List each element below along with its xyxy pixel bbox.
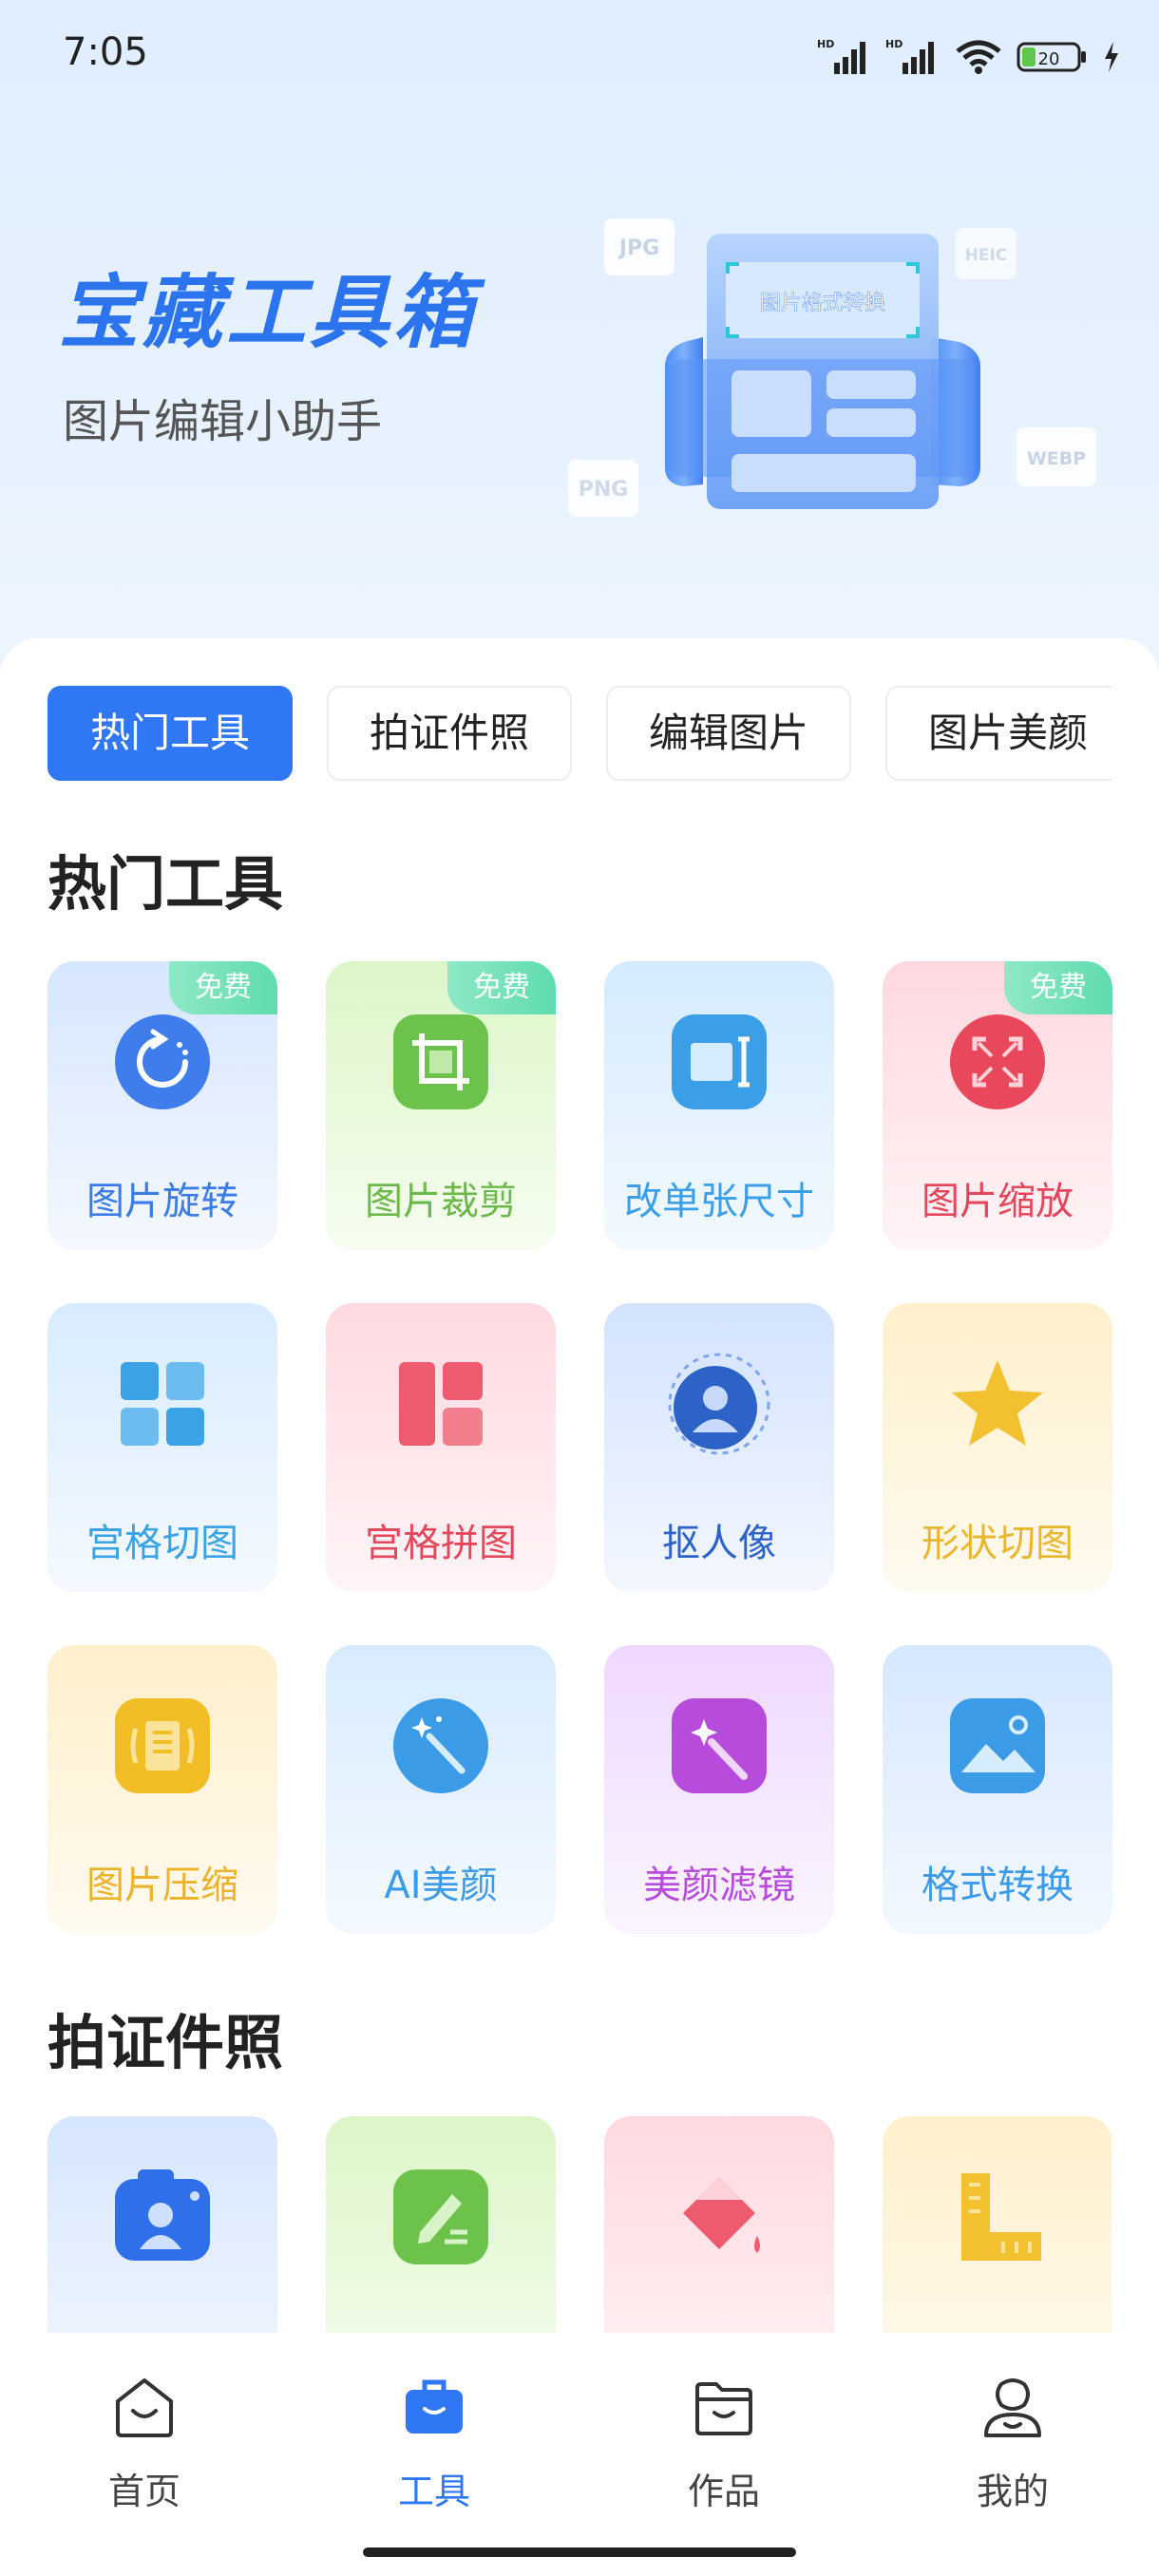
tool-label: 抠人像: [662, 1522, 776, 1565]
nav-label: 首页: [107, 2471, 180, 2512]
svg-text:20: 20: [1038, 49, 1060, 69]
tool-card-shape-cut[interactable]: 形状切图: [883, 1303, 1112, 1592]
free-badge: 免费: [169, 961, 277, 1014]
status-time: 7:05: [63, 30, 148, 74]
zoom-icon: [946, 1011, 1049, 1113]
free-badge: 免费: [1004, 961, 1112, 1014]
file-tag-webp: WEBP: [1016, 427, 1096, 486]
hot-tools-grid: 免费 图片旋转 免费 图片裁剪 改单张尺寸 免费 图片缩放 宫格切图 宫格拼图 …: [48, 961, 1112, 1934]
crop-icon: [390, 1011, 492, 1113]
tool-card-crop[interactable]: 免费 图片裁剪: [326, 961, 556, 1250]
tool-label: 格式转换: [922, 1864, 1074, 1907]
file-tag-png: PNG: [568, 460, 638, 517]
id-photo-grid: [48, 2116, 1112, 2333]
tab-image-beauty[interactable]: 图片美颜: [885, 686, 1112, 781]
file-tag-heic: HEIC: [956, 228, 1016, 279]
battery-icon: 20: [1016, 42, 1086, 72]
tool-label: 图片旋转: [86, 1180, 238, 1223]
portrait-cutout-icon: [668, 1353, 770, 1455]
nav-tools[interactable]: 工具: [358, 2373, 510, 2514]
compress-icon: [111, 1695, 214, 1797]
tool-label: 宫格切图: [86, 1522, 238, 1565]
profile-icon: [984, 2378, 1041, 2437]
category-tabs: 热门工具 拍证件照 编辑图片 图片美颜: [48, 686, 1112, 783]
tool-card-format-convert[interactable]: 格式转换: [883, 1645, 1112, 1934]
hero-title: 宝藏工具箱: [59, 266, 478, 359]
svg-text:HD: HD: [817, 38, 834, 50]
svg-text:HD: HD: [885, 38, 902, 50]
id-card-size[interactable]: [883, 2116, 1112, 2333]
svg-text:WEBP: WEBP: [1027, 448, 1086, 469]
tool-card-rotate[interactable]: 免费 图片旋转: [48, 961, 277, 1250]
tool-label: 图片压缩: [86, 1864, 238, 1907]
magic-wand-icon: [390, 1695, 492, 1797]
nav-home[interactable]: 首页: [68, 2373, 220, 2514]
tool-card-beauty-filter[interactable]: 美颜滤镜: [604, 1645, 834, 1934]
svg-text:PNG: PNG: [579, 478, 629, 502]
ruler-icon: [946, 2166, 1049, 2268]
grid-cut-icon: [111, 1353, 214, 1455]
tool-card-grid-collage[interactable]: 宫格拼图: [326, 1303, 556, 1592]
tool-card-portrait-cutout[interactable]: 抠人像: [604, 1303, 834, 1592]
tool-card-compress[interactable]: 图片压缩: [48, 1645, 277, 1934]
filter-wand-icon: [668, 1695, 770, 1797]
id-card-take-photo[interactable]: [48, 2116, 277, 2333]
home-indicator[interactable]: [363, 2548, 796, 2557]
tab-hot-tools[interactable]: 热门工具: [48, 686, 293, 781]
tool-card-zoom[interactable]: 免费 图片缩放: [883, 961, 1112, 1250]
wifi-icon: [956, 40, 1001, 74]
nav-works[interactable]: 作品: [648, 2373, 800, 2514]
section-title-id-photo: 拍证件照: [48, 2008, 284, 2077]
format-convert-illustration: JPG HEIC PNG WEBP 图片格式转换: [568, 218, 1096, 517]
id-camera-icon: [111, 2166, 214, 2268]
tool-label: AI美颜: [384, 1864, 498, 1907]
tool-card-grid-cut[interactable]: 宫格切图: [48, 1303, 277, 1592]
svg-text:图片格式转换: 图片格式转换: [760, 292, 885, 315]
free-badge: 免费: [447, 961, 556, 1014]
signal-icon: HD: [885, 38, 934, 74]
svg-text:HEIC: HEIC: [965, 246, 1008, 265]
section-title-hot-tools: 热门工具: [48, 849, 284, 919]
star-icon: [946, 1353, 1049, 1455]
tool-label: 美颜滤镜: [643, 1864, 795, 1907]
status-icons: HD HD 20: [817, 34, 1121, 80]
tool-card-resize[interactable]: 改单张尺寸: [604, 961, 834, 1250]
nav-label: 工具: [397, 2471, 470, 2512]
tool-label: 图片裁剪: [365, 1180, 517, 1223]
home-icon: [116, 2378, 173, 2437]
edit-document-icon: [390, 2166, 492, 2268]
tool-label: 宫格拼图: [365, 1522, 517, 1565]
nav-label: 作品: [687, 2471, 760, 2512]
nav-label: 我的: [976, 2471, 1049, 2512]
image-icon: [946, 1695, 1049, 1797]
grid-collage-icon: [390, 1353, 492, 1455]
hero-subtitle: 图片编辑小助手: [63, 395, 383, 448]
id-card-background[interactable]: [604, 2116, 834, 2333]
nav-profile[interactable]: 我的: [937, 2373, 1089, 2514]
resize-icon: [668, 1011, 770, 1113]
tab-id-photo[interactable]: 拍证件照: [327, 686, 572, 781]
rotate-icon: [111, 1011, 214, 1113]
folder-icon: [695, 2382, 752, 2435]
tool-label: 图片缩放: [922, 1180, 1074, 1223]
id-card-edit[interactable]: [326, 2116, 556, 2333]
tool-card-ai-beauty[interactable]: AI美颜: [326, 1645, 556, 1934]
charging-icon: [1105, 42, 1118, 72]
status-bar: 7:05 HD HD 20: [0, 0, 1159, 114]
tool-label: 形状切图: [922, 1522, 1074, 1565]
bottom-navigation: 首页 工具 作品 我的: [0, 2333, 1159, 2576]
tab-edit-image[interactable]: 编辑图片: [606, 686, 851, 781]
tool-label: 改单张尺寸: [624, 1180, 814, 1223]
signal-icon: HD: [817, 38, 865, 74]
svg-text:JPG: JPG: [618, 237, 659, 260]
paint-bucket-icon: [668, 2166, 770, 2268]
toolbox-icon: [406, 2379, 463, 2434]
file-tag-jpg: JPG: [604, 218, 674, 275]
